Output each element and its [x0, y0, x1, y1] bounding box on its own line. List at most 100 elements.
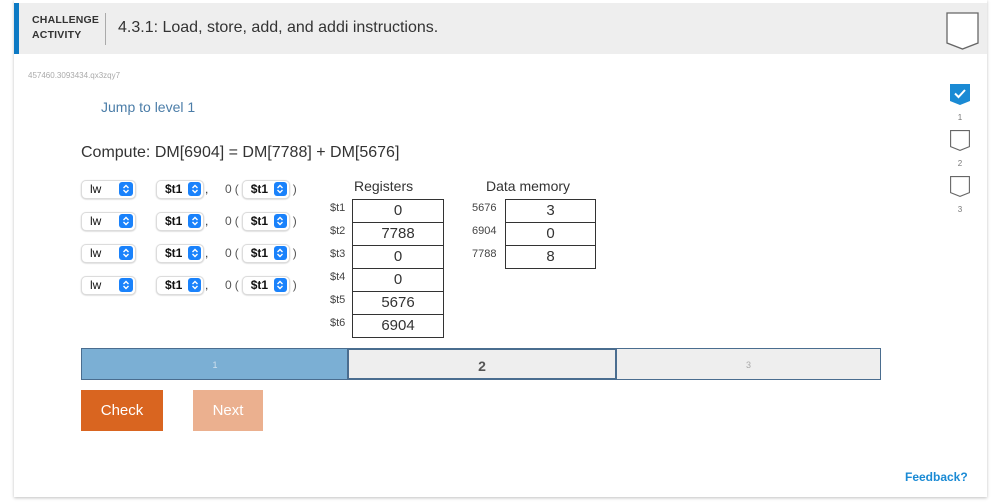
rt-register-select[interactable]: $t1	[156, 275, 204, 295]
register-value: 5676	[352, 291, 444, 315]
select-arrows-icon	[188, 182, 201, 196]
rs-register-select[interactable]: $t1	[241, 211, 290, 231]
comma: ,	[205, 246, 209, 260]
rt-register-value: $t1	[165, 246, 183, 260]
open-paren: (	[234, 278, 239, 292]
instruction-row: lw $t1, 0( $t1)	[81, 211, 300, 231]
side-level-number: 1	[957, 113, 963, 122]
side-level-number: 3	[957, 205, 963, 214]
opcode-select[interactable]: lw	[81, 211, 136, 231]
memory-address: 6904	[472, 225, 497, 237]
register-value: 0	[352, 245, 444, 269]
offset-value: 0	[225, 214, 232, 228]
rt-register-select[interactable]: $t1	[156, 179, 204, 199]
empty-badge-icon	[950, 130, 970, 151]
rt-register-value: $t1	[165, 214, 183, 228]
activity-header: CHALLENGE ACTIVITY 4.3.1: Load, store, a…	[14, 3, 987, 54]
close-paren: )	[292, 278, 297, 292]
register-name: $t4	[330, 271, 346, 283]
empty-badge-icon	[950, 176, 970, 197]
feedback-link[interactable]: Feedback?	[905, 470, 968, 484]
opcode-value: lw	[90, 278, 102, 292]
opcode-value: lw	[90, 182, 102, 196]
register-value: 7788	[352, 222, 444, 246]
side-level-1[interactable]: 1	[945, 84, 975, 122]
rt-register-select[interactable]: $t1	[156, 211, 204, 231]
comma: ,	[205, 182, 209, 196]
select-arrows-icon	[188, 246, 201, 260]
opcode-select[interactable]: lw	[81, 243, 136, 263]
opcode-select[interactable]: lw	[81, 179, 136, 199]
rs-register-value: $t1	[250, 278, 269, 292]
close-paren: )	[292, 246, 297, 260]
memory-address: 5676	[472, 202, 497, 214]
level-3-tab[interactable]: 3	[616, 348, 881, 380]
select-arrows-icon	[119, 246, 133, 260]
memory-value: 8	[505, 245, 596, 269]
select-arrows-icon	[119, 214, 133, 228]
comma: ,	[205, 278, 209, 292]
close-paren: )	[292, 182, 297, 196]
opcode-value: lw	[90, 214, 102, 228]
open-paren: (	[234, 246, 239, 260]
register-name: $t6	[330, 317, 346, 329]
activity-id: 457460.3093434.qx3zqy7	[28, 71, 121, 80]
instruction-row: lw $t1, 0( $t1)	[81, 243, 300, 263]
rs-register-select[interactable]: $t1	[241, 243, 290, 263]
register-name: $t2	[330, 225, 346, 237]
activity-type-line1: CHALLENGE	[32, 14, 100, 26]
offset-value: 0	[225, 278, 232, 292]
comma: ,	[205, 214, 209, 228]
opcode-value: lw	[90, 246, 102, 260]
select-arrows-icon	[274, 182, 287, 196]
select-arrows-icon	[188, 278, 201, 292]
rt-register-select[interactable]: $t1	[156, 243, 204, 263]
level-1-tab[interactable]: 1	[81, 348, 349, 380]
rs-register-select[interactable]: $t1	[241, 179, 290, 199]
instruction-row: lw $t1, 0( $t1)	[81, 275, 300, 295]
activity-type-label: CHALLENGE ACTIVITY	[32, 13, 99, 43]
data-memory-title: Data memory	[486, 178, 571, 194]
select-arrows-icon	[119, 278, 133, 292]
side-level-2[interactable]: 2	[945, 130, 975, 168]
open-paren: (	[234, 182, 239, 196]
opcode-select[interactable]: lw	[81, 275, 136, 295]
activity-title: 4.3.1: Load, store, add, and addi instru…	[118, 19, 439, 36]
jump-to-level-link[interactable]: Jump to level 1	[101, 99, 195, 115]
checkmark-badge-icon	[950, 84, 970, 105]
memory-value: 3	[505, 199, 596, 223]
next-button[interactable]: Next	[193, 390, 263, 431]
select-arrows-icon	[188, 214, 201, 228]
rs-register-value: $t1	[250, 214, 269, 228]
close-paren: )	[292, 214, 297, 228]
rs-register-value: $t1	[250, 246, 269, 260]
side-level-3[interactable]: 3	[945, 176, 975, 214]
select-arrows-icon	[274, 278, 287, 292]
memory-value: 0	[505, 222, 596, 246]
register-value: 0	[352, 268, 444, 292]
activity-type-line2: ACTIVITY	[32, 29, 82, 41]
rs-register-value: $t1	[250, 182, 269, 196]
completion-badge-icon	[946, 12, 979, 55]
rt-register-value: $t1	[165, 278, 183, 292]
compute-prompt: Compute: DM[6904] = DM[7788] + DM[5676]	[81, 144, 400, 161]
rt-register-value: $t1	[165, 182, 183, 196]
check-button[interactable]: Check	[81, 390, 163, 431]
level-2-tab[interactable]: 2	[347, 348, 617, 380]
side-level-number: 2	[957, 159, 963, 168]
register-name: $t1	[330, 202, 346, 214]
memory-address: 7788	[472, 248, 497, 260]
register-value: 0	[352, 199, 444, 223]
register-name: $t3	[330, 248, 346, 260]
select-arrows-icon	[274, 214, 287, 228]
select-arrows-icon	[274, 246, 287, 260]
offset-value: 0	[225, 182, 232, 196]
instruction-row: lw $t1, 0( $t1)	[81, 179, 300, 199]
level-progress-bar: 1 2 3	[81, 348, 881, 380]
open-paren: (	[234, 214, 239, 228]
select-arrows-icon	[119, 182, 133, 196]
registers-title: Registers	[354, 178, 414, 194]
offset-value: 0	[225, 246, 232, 260]
rs-register-select[interactable]: $t1	[241, 275, 290, 295]
register-name: $t5	[330, 294, 346, 306]
